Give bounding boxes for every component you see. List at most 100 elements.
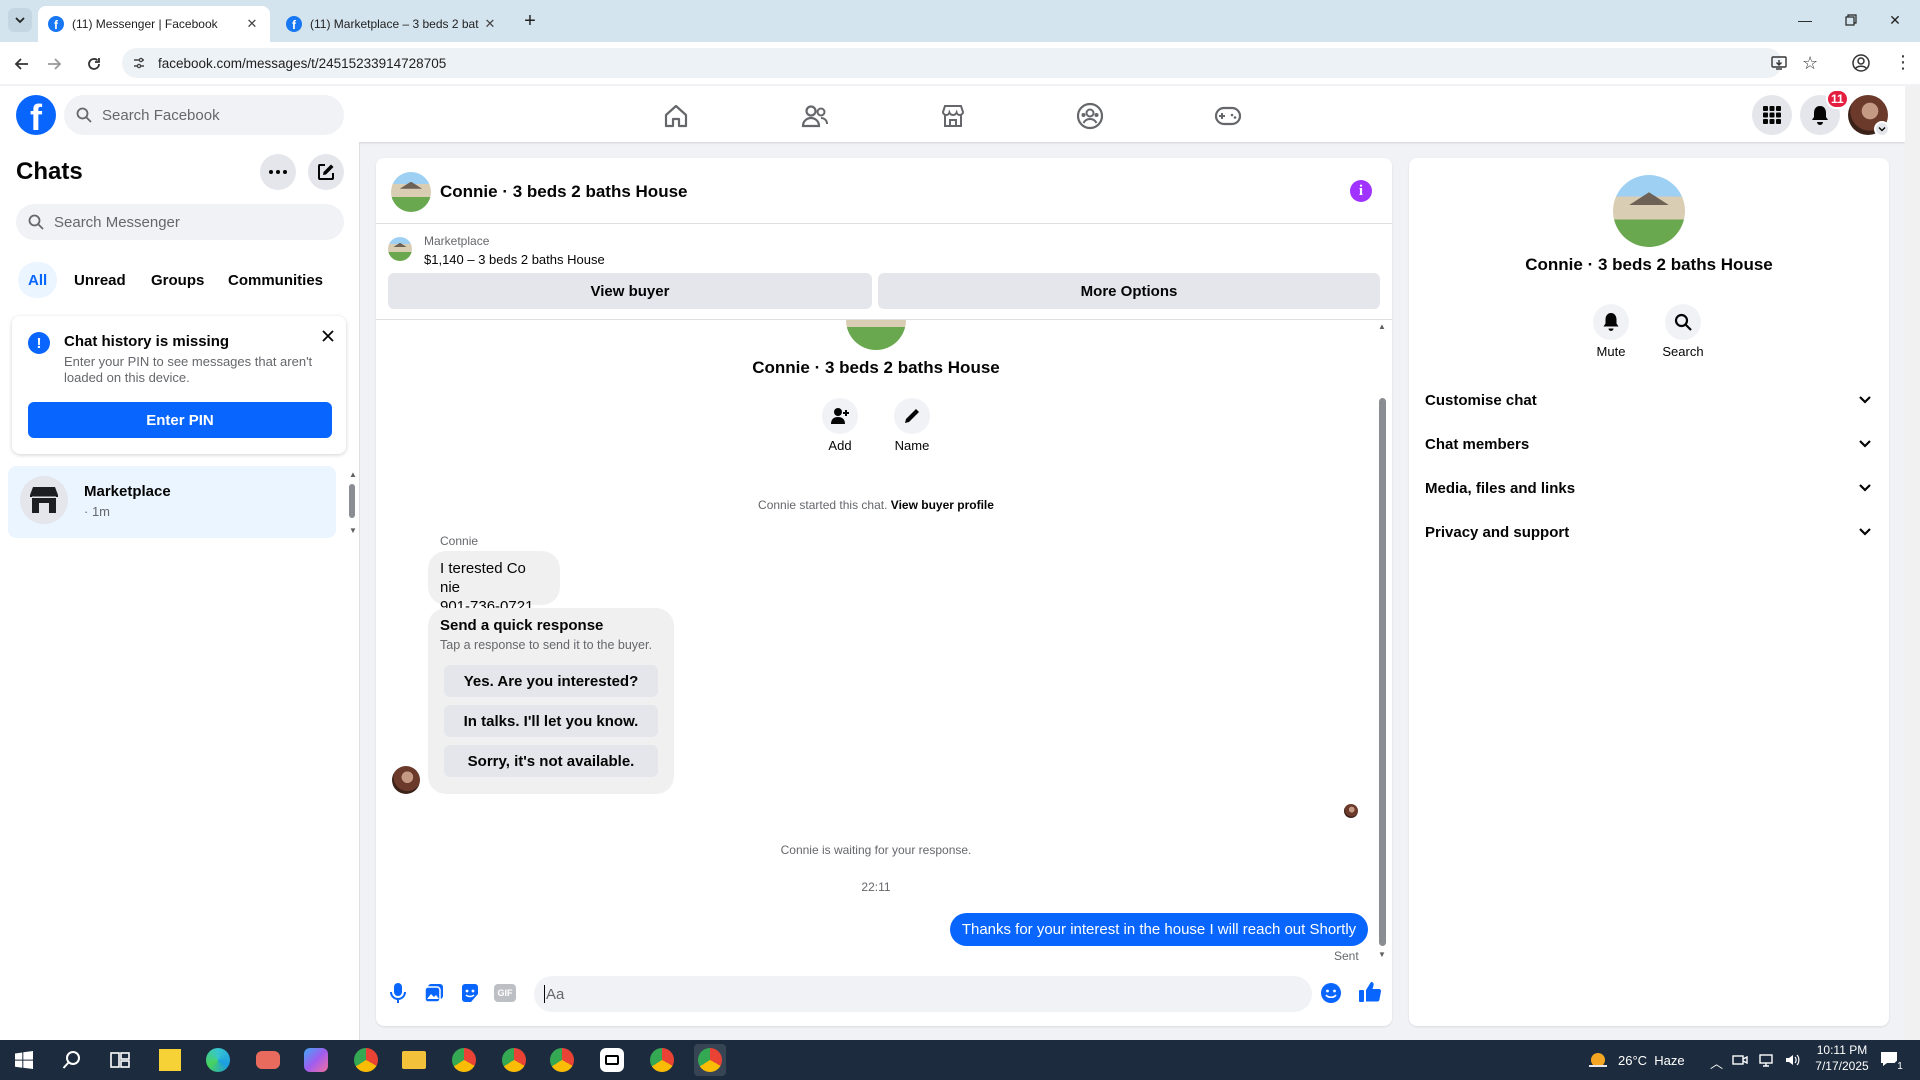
- nav-friends[interactable]: [795, 96, 835, 136]
- account-chevron-icon[interactable]: [1874, 121, 1890, 137]
- message-timestamp: 22:11: [861, 880, 891, 894]
- privacy-support-section[interactable]: Privacy and support: [1425, 514, 1873, 550]
- restore-button[interactable]: [1838, 8, 1864, 32]
- view-buyer-button[interactable]: View buyer: [388, 273, 872, 309]
- facebook-logo-icon[interactable]: f: [16, 95, 56, 135]
- new-tab-button[interactable]: +: [518, 9, 542, 33]
- tab-list-dropdown[interactable]: [8, 8, 32, 32]
- chrome-app-1[interactable]: [350, 1044, 382, 1076]
- close-tab-icon[interactable]: ✕: [482, 16, 498, 32]
- nav-gaming[interactable]: [1208, 96, 1248, 136]
- chat-item-name: Marketplace: [84, 483, 171, 500]
- chat-options-button[interactable]: [260, 154, 296, 190]
- microphone-icon: [390, 983, 406, 1003]
- chat-members-section[interactable]: Chat members: [1425, 426, 1873, 462]
- edge-app[interactable]: [202, 1044, 234, 1076]
- quick-response-option-1[interactable]: Yes. Are you interested?: [444, 665, 658, 697]
- quick-response-option-3[interactable]: Sorry, it's not available.: [444, 745, 658, 777]
- sender-avatar[interactable]: [392, 766, 420, 794]
- tab-title: (11) Messenger | Facebook: [72, 17, 218, 31]
- profile-icon[interactable]: [1851, 53, 1871, 73]
- gaming-icon: [1214, 106, 1242, 126]
- conversation-info-button[interactable]: i: [1350, 180, 1372, 202]
- incoming-message-bubble[interactable]: I terested Co nie 901-736-0721: [428, 551, 560, 615]
- intro-avatar: [846, 320, 906, 350]
- tray-chevron-icon[interactable]: ︿: [1710, 1053, 1723, 1072]
- browser-menu-icon[interactable]: ⋮: [1894, 52, 1912, 72]
- nav-groups[interactable]: [1070, 96, 1110, 136]
- message-input[interactable]: Aa: [534, 976, 1312, 1012]
- filter-communities[interactable]: Communities: [218, 262, 333, 298]
- enter-pin-button[interactable]: Enter PIN: [28, 402, 332, 438]
- close-window-button[interactable]: ✕: [1882, 8, 1908, 32]
- bookmark-star-icon[interactable]: ☆: [1802, 53, 1818, 74]
- copilot-app[interactable]: [300, 1044, 332, 1076]
- add-label: Add: [828, 438, 852, 453]
- voice-clip-button[interactable]: [388, 982, 408, 1006]
- chrome-app-4[interactable]: [546, 1044, 578, 1076]
- weather-widget[interactable]: 26°C Haze: [1586, 1048, 1685, 1072]
- customise-chat-section[interactable]: Customise chat: [1425, 382, 1873, 418]
- new-message-button[interactable]: [308, 154, 344, 190]
- clock[interactable]: 10:11 PM 7/17/2025: [1812, 1043, 1872, 1073]
- facebook-search-input[interactable]: Search Facebook: [64, 95, 344, 135]
- outgoing-message-bubble[interactable]: Thanks for your interest in the house I …: [950, 913, 1368, 946]
- forward-button[interactable]: [40, 50, 68, 78]
- filter-unread[interactable]: Unread: [64, 262, 136, 298]
- page-scrollbar[interactable]: [1905, 86, 1920, 1040]
- start-button[interactable]: [8, 1044, 40, 1076]
- nav-home[interactable]: [656, 96, 696, 136]
- sticky-notes-app[interactable]: [154, 1044, 186, 1076]
- back-button[interactable]: [8, 50, 36, 78]
- like-button[interactable]: [1358, 980, 1382, 1004]
- address-bar[interactable]: facebook.com/messages/t/2451523391472870…: [122, 48, 1782, 78]
- chrome-app-5[interactable]: [646, 1044, 678, 1076]
- attach-photo-button[interactable]: [423, 982, 445, 1004]
- tray-icons[interactable]: [1732, 1052, 1800, 1068]
- install-app-icon[interactable]: [1770, 54, 1788, 72]
- chrome-app-3[interactable]: [498, 1044, 530, 1076]
- chrome-app-active[interactable]: [694, 1044, 726, 1076]
- menu-button[interactable]: [1752, 95, 1792, 135]
- chrome-app-2[interactable]: [448, 1044, 480, 1076]
- listing-summary[interactable]: $1,140 – 3 beds 2 baths House: [424, 252, 605, 267]
- weather-icon: [1589, 1053, 1607, 1067]
- weather-text: 26°C Haze: [1618, 1052, 1685, 1068]
- search-in-conversation-button[interactable]: [1665, 304, 1701, 340]
- more-horizontal-icon: [269, 170, 287, 174]
- view-buyer-profile-link[interactable]: View buyer profile: [891, 498, 994, 512]
- filter-all[interactable]: All: [18, 262, 58, 298]
- info-avatar[interactable]: [1613, 175, 1685, 247]
- emoji-button[interactable]: [1320, 982, 1342, 1004]
- media-files-links-section[interactable]: Media, files and links: [1425, 470, 1873, 506]
- minimize-button[interactable]: —: [1792, 8, 1818, 32]
- browser-tab-marketplace[interactable]: f (11) Marketplace – 3 beds 2 bat ✕: [276, 6, 508, 42]
- close-notice-icon[interactable]: [318, 326, 338, 346]
- more-options-button[interactable]: More Options: [878, 273, 1380, 309]
- app-icon-3[interactable]: [252, 1044, 284, 1076]
- messenger-search-input[interactable]: Search Messenger: [16, 204, 344, 240]
- taskbar-search-button[interactable]: [56, 1044, 88, 1076]
- conversation-title[interactable]: Connie · 3 beds 2 baths House: [440, 182, 688, 202]
- reload-button[interactable]: [80, 50, 108, 78]
- file-explorer-app[interactable]: [398, 1044, 430, 1076]
- sticker-button[interactable]: [459, 982, 481, 1004]
- conversation-avatar[interactable]: [391, 172, 431, 212]
- message-scrollbar[interactable]: ▲ ▼: [1376, 322, 1388, 962]
- task-view-button[interactable]: [104, 1044, 136, 1076]
- browser-tab-messenger[interactable]: f (11) Messenger | Facebook ✕: [38, 6, 270, 42]
- mute-button[interactable]: [1593, 304, 1629, 340]
- restore-icon: [1845, 14, 1857, 26]
- name-chat-button[interactable]: [894, 398, 930, 434]
- message-status: Sent: [1334, 949, 1359, 963]
- capcut-app[interactable]: [596, 1044, 628, 1076]
- gif-button[interactable]: GIF: [494, 984, 516, 1002]
- site-info-icon[interactable]: [132, 56, 146, 70]
- filter-groups[interactable]: Groups: [141, 262, 214, 298]
- quick-response-option-2[interactable]: In talks. I'll let you know.: [444, 705, 658, 737]
- close-tab-icon[interactable]: ✕: [244, 16, 260, 32]
- chat-list-scrollbar[interactable]: ▲ ▼: [346, 470, 358, 536]
- nav-marketplace[interactable]: [933, 96, 973, 136]
- add-people-button[interactable]: [822, 398, 858, 434]
- listing-thumbnail[interactable]: [388, 237, 412, 261]
